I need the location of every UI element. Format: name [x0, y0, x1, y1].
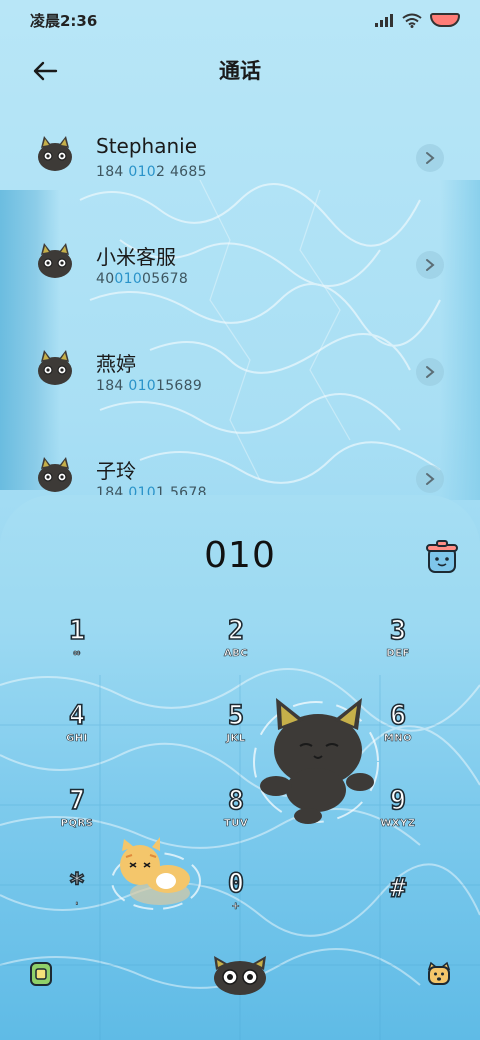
cat-avatar-icon: [38, 457, 72, 492]
key-digit: 2: [227, 615, 245, 646]
key-letters: ∞: [72, 648, 82, 659]
header: 通话: [0, 48, 480, 92]
contact-details-button[interactable]: [416, 251, 444, 279]
key-letters: JKL: [226, 733, 246, 744]
contact-name: 燕婷: [96, 352, 136, 376]
key-digit: *: [68, 868, 86, 899]
contacts-card-icon[interactable]: [28, 961, 54, 987]
key-digit: #: [389, 873, 407, 904]
status-bar: 凌晨2:36: [0, 0, 480, 40]
status-icons: [374, 13, 460, 28]
status-time: 凌晨2:36: [30, 11, 98, 30]
key-digit: 0: [227, 868, 245, 899]
contact-row[interactable]: Stephanie 184 0102 4685: [0, 110, 480, 217]
cat-face-icon[interactable]: [426, 961, 452, 987]
contact-name: 子玲: [96, 459, 136, 483]
contact-details-button[interactable]: [416, 144, 444, 172]
key-digit: 4: [68, 700, 86, 731]
chevron-right-icon: [426, 366, 435, 378]
key-digit: 9: [389, 785, 407, 816]
cat-avatar-icon: [38, 136, 72, 171]
key-1[interactable]: 1 ∞: [37, 606, 117, 670]
cat-avatar-icon: [38, 350, 72, 385]
contact-details-button[interactable]: [416, 358, 444, 386]
key-7[interactable]: 7 PQRS: [37, 776, 117, 840]
floating-orange-cat-illustration: [111, 837, 201, 910]
contact-row[interactable]: 燕婷 184 01015689: [0, 324, 480, 431]
key-letters: TUV: [223, 818, 249, 829]
chevron-right-icon: [426, 259, 435, 271]
contact-name: Stephanie: [96, 134, 198, 158]
contact-list: Stephanie 184 0102 4685 小米客服 4001005678: [0, 110, 480, 538]
page-title: 通话: [219, 59, 261, 83]
contact-number: 184 0102 4685: [96, 164, 207, 180]
cat-avatar-icon: [38, 243, 72, 278]
key-letters: ABC: [223, 648, 249, 659]
dial-panel: 010 1 ∞ 2 ABC 3 DEF 4 GHI 5 JKL 6 MNO 7 …: [0, 495, 480, 1040]
key-4[interactable]: 4 GHI: [37, 691, 117, 755]
key-letters: PQRS: [60, 818, 94, 829]
key-0[interactable]: 0 +: [196, 859, 276, 923]
trash-bucket-icon[interactable]: [424, 539, 460, 575]
key-letters: +: [231, 901, 241, 912]
contact-number: 4001005678: [96, 271, 189, 287]
key-letters: MNO: [383, 733, 413, 744]
battery-icon: [430, 13, 460, 27]
key-2[interactable]: 2 ABC: [196, 606, 276, 670]
key-digit: 8: [227, 785, 245, 816]
key-letters: ': [75, 901, 79, 912]
key-digit: 5: [227, 700, 245, 731]
signal-icon: [375, 14, 393, 27]
contact-number: 184 01015689: [96, 378, 203, 394]
contact-details-button[interactable]: [416, 465, 444, 493]
contact-name: 小米客服: [96, 245, 176, 269]
key-digit: 7: [68, 785, 86, 816]
key-letters: GHI: [66, 733, 88, 744]
back-button[interactable]: [30, 56, 60, 86]
key-hash[interactable]: #: [358, 859, 438, 923]
cat-call-button-icon[interactable]: [210, 954, 270, 996]
contact-row[interactable]: 小米客服 4001005678: [0, 217, 480, 324]
key-digit: 3: [389, 615, 407, 646]
chevron-right-icon: [426, 152, 435, 164]
key-digit: 6: [389, 700, 407, 731]
floating-black-cat-illustration: [253, 698, 379, 824]
wifi-icon: [402, 13, 422, 28]
key-letters: DEF: [386, 648, 410, 659]
arrow-left-icon: [33, 61, 58, 81]
dialed-number: 010: [204, 535, 276, 576]
key-digit: 1: [68, 615, 86, 646]
key-3[interactable]: 3 DEF: [358, 606, 438, 670]
chevron-right-icon: [426, 473, 435, 485]
